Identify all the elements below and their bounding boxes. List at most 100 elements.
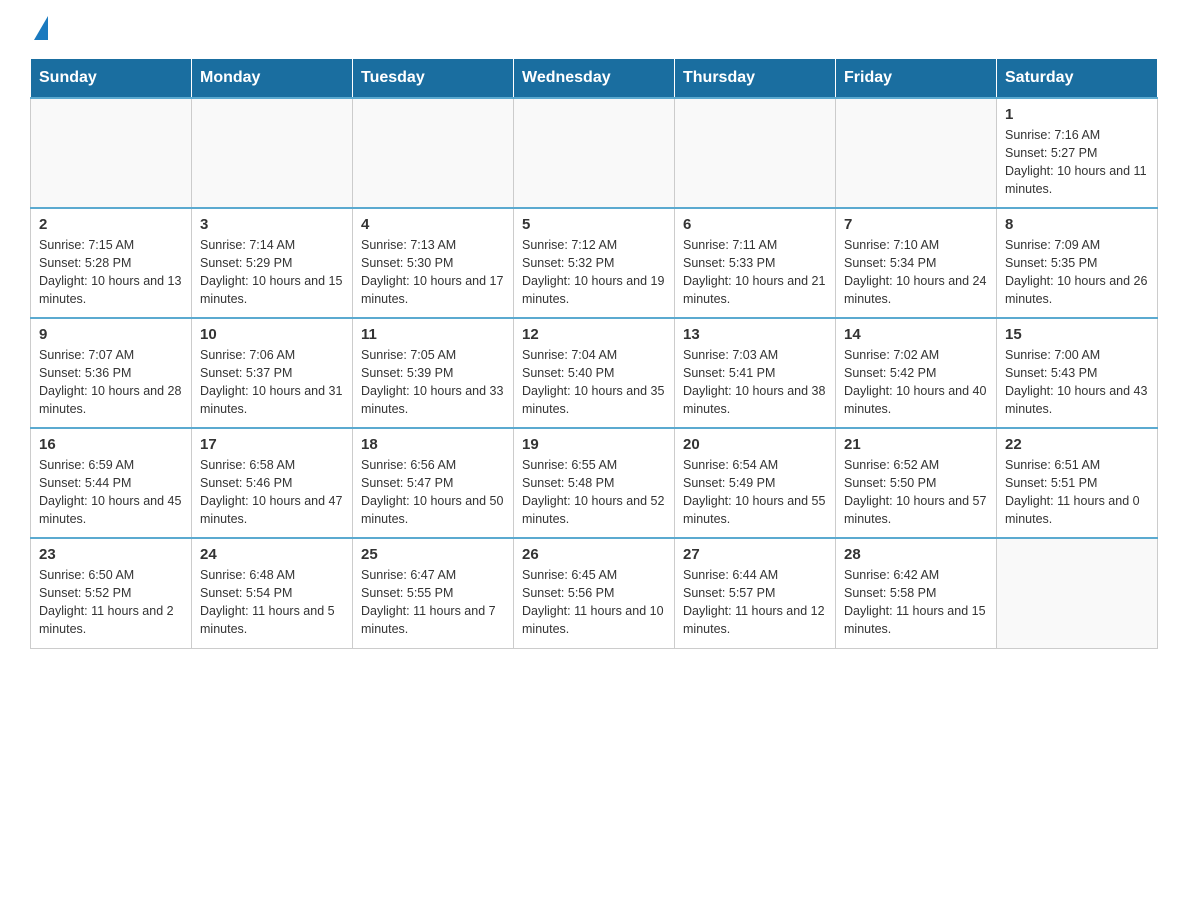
day-number: 11 <box>361 326 505 343</box>
calendar-day-cell: 15 Sunrise: 7:00 AM Sunset: 5:43 PM Dayli… <box>997 318 1158 428</box>
calendar-day-cell: 12 Sunrise: 7:04 AM Sunset: 5:40 PM Dayli… <box>514 318 675 428</box>
day-number: 14 <box>844 326 988 343</box>
calendar-header-row: SundayMondayTuesdayWednesdayThursdayFrid… <box>31 59 1158 99</box>
calendar-day-cell: 11Sunrise: 7:05 AM Sunset: 5:39 PM Dayli… <box>353 318 514 428</box>
day-number: 2 <box>39 216 183 233</box>
day-info: Sunrise: 6:54 AM Sunset: 5:49 PM Dayligh… <box>683 456 827 529</box>
calendar-day-cell <box>997 538 1158 648</box>
calendar-day-cell <box>353 98 514 208</box>
calendar-day-cell: 20 Sunrise: 6:54 AM Sunset: 5:49 PM Dayli… <box>675 428 836 538</box>
calendar-table: SundayMondayTuesdayWednesdayThursdayFrid… <box>30 58 1158 649</box>
calendar-day-cell: 7 Sunrise: 7:10 AM Sunset: 5:34 PM Daylig… <box>836 208 997 318</box>
day-info: Sunrise: 6:50 AM Sunset: 5:52 PM Dayligh… <box>39 566 183 639</box>
calendar-day-cell: 22 Sunrise: 6:51 AM Sunset: 5:51 PM Dayli… <box>997 428 1158 538</box>
calendar-day-cell: 17 Sunrise: 6:58 AM Sunset: 5:46 PM Dayli… <box>192 428 353 538</box>
day-info: Sunrise: 7:12 AM Sunset: 5:32 PM Dayligh… <box>522 236 666 309</box>
day-info: Sunrise: 6:44 AM Sunset: 5:57 PM Dayligh… <box>683 566 827 639</box>
calendar-day-cell: 21 Sunrise: 6:52 AM Sunset: 5:50 PM Dayli… <box>836 428 997 538</box>
calendar-day-cell: 26Sunrise: 6:45 AM Sunset: 5:56 PM Dayli… <box>514 538 675 648</box>
calendar-header-thursday: Thursday <box>675 59 836 99</box>
day-info: Sunrise: 7:15 AM Sunset: 5:28 PM Dayligh… <box>39 236 183 309</box>
calendar-week-row: 23 Sunrise: 6:50 AM Sunset: 5:52 PM Dayli… <box>31 538 1158 648</box>
day-number: 22 <box>1005 436 1149 453</box>
day-number: 27 <box>683 546 827 563</box>
page-header <box>30 20 1158 40</box>
calendar-day-cell: 28 Sunrise: 6:42 AM Sunset: 5:58 PM Dayli… <box>836 538 997 648</box>
logo <box>30 20 48 40</box>
day-number: 19 <box>522 436 666 453</box>
day-number: 4 <box>361 216 505 233</box>
calendar-day-cell: 6 Sunrise: 7:11 AM Sunset: 5:33 PM Daylig… <box>675 208 836 318</box>
calendar-day-cell: 8 Sunrise: 7:09 AM Sunset: 5:35 PM Daylig… <box>997 208 1158 318</box>
calendar-day-cell: 13 Sunrise: 7:03 AM Sunset: 5:41 PM Dayli… <box>675 318 836 428</box>
day-number: 6 <box>683 216 827 233</box>
day-number: 5 <box>522 216 666 233</box>
day-number: 23 <box>39 546 183 563</box>
calendar-week-row: 1 Sunrise: 7:16 AM Sunset: 5:27 PM Daylig… <box>31 98 1158 208</box>
calendar-day-cell: 16 Sunrise: 6:59 AM Sunset: 5:44 PM Dayli… <box>31 428 192 538</box>
day-number: 15 <box>1005 326 1149 343</box>
day-number: 16 <box>39 436 183 453</box>
day-number: 28 <box>844 546 988 563</box>
day-number: 13 <box>683 326 827 343</box>
calendar-day-cell: 2 Sunrise: 7:15 AM Sunset: 5:28 PM Daylig… <box>31 208 192 318</box>
calendar-day-cell: 5 Sunrise: 7:12 AM Sunset: 5:32 PM Daylig… <box>514 208 675 318</box>
calendar-day-cell: 4 Sunrise: 7:13 AM Sunset: 5:30 PM Daylig… <box>353 208 514 318</box>
day-info: Sunrise: 6:47 AM Sunset: 5:55 PM Dayligh… <box>361 566 505 639</box>
calendar-day-cell: 14 Sunrise: 7:02 AM Sunset: 5:42 PM Dayli… <box>836 318 997 428</box>
day-info: Sunrise: 7:04 AM Sunset: 5:40 PM Dayligh… <box>522 346 666 419</box>
calendar-day-cell: 24 Sunrise: 6:48 AM Sunset: 5:54 PM Dayli… <box>192 538 353 648</box>
calendar-day-cell: 19Sunrise: 6:55 AM Sunset: 5:48 PM Dayli… <box>514 428 675 538</box>
day-number: 25 <box>361 546 505 563</box>
day-number: 24 <box>200 546 344 563</box>
day-info: Sunrise: 6:58 AM Sunset: 5:46 PM Dayligh… <box>200 456 344 529</box>
day-info: Sunrise: 6:42 AM Sunset: 5:58 PM Dayligh… <box>844 566 988 639</box>
calendar-day-cell: 23 Sunrise: 6:50 AM Sunset: 5:52 PM Dayli… <box>31 538 192 648</box>
day-number: 21 <box>844 436 988 453</box>
calendar-day-cell <box>192 98 353 208</box>
day-info: Sunrise: 7:03 AM Sunset: 5:41 PM Dayligh… <box>683 346 827 419</box>
calendar-day-cell: 1 Sunrise: 7:16 AM Sunset: 5:27 PM Daylig… <box>997 98 1158 208</box>
calendar-day-cell <box>31 98 192 208</box>
day-info: Sunrise: 7:06 AM Sunset: 5:37 PM Dayligh… <box>200 346 344 419</box>
day-number: 8 <box>1005 216 1149 233</box>
day-info: Sunrise: 6:52 AM Sunset: 5:50 PM Dayligh… <box>844 456 988 529</box>
day-number: 3 <box>200 216 344 233</box>
day-number: 9 <box>39 326 183 343</box>
day-number: 12 <box>522 326 666 343</box>
day-info: Sunrise: 6:59 AM Sunset: 5:44 PM Dayligh… <box>39 456 183 529</box>
day-number: 10 <box>200 326 344 343</box>
day-info: Sunrise: 7:07 AM Sunset: 5:36 PM Dayligh… <box>39 346 183 419</box>
calendar-header-friday: Friday <box>836 59 997 99</box>
calendar-day-cell <box>675 98 836 208</box>
day-info: Sunrise: 7:13 AM Sunset: 5:30 PM Dayligh… <box>361 236 505 309</box>
day-info: Sunrise: 6:45 AM Sunset: 5:56 PM Dayligh… <box>522 566 666 639</box>
calendar-day-cell: 27 Sunrise: 6:44 AM Sunset: 5:57 PM Dayli… <box>675 538 836 648</box>
calendar-week-row: 16 Sunrise: 6:59 AM Sunset: 5:44 PM Dayli… <box>31 428 1158 538</box>
day-number: 18 <box>361 436 505 453</box>
calendar-day-cell <box>836 98 997 208</box>
calendar-day-cell: 25 Sunrise: 6:47 AM Sunset: 5:55 PM Dayli… <box>353 538 514 648</box>
calendar-day-cell: 18 Sunrise: 6:56 AM Sunset: 5:47 PM Dayli… <box>353 428 514 538</box>
day-number: 7 <box>844 216 988 233</box>
calendar-day-cell: 9 Sunrise: 7:07 AM Sunset: 5:36 PM Daylig… <box>31 318 192 428</box>
day-info: Sunrise: 7:09 AM Sunset: 5:35 PM Dayligh… <box>1005 236 1149 309</box>
calendar-day-cell <box>514 98 675 208</box>
day-info: Sunrise: 7:11 AM Sunset: 5:33 PM Dayligh… <box>683 236 827 309</box>
day-info: Sunrise: 6:48 AM Sunset: 5:54 PM Dayligh… <box>200 566 344 639</box>
day-number: 20 <box>683 436 827 453</box>
calendar-header-saturday: Saturday <box>997 59 1158 99</box>
calendar-day-cell: 10 Sunrise: 7:06 AM Sunset: 5:37 PM Dayli… <box>192 318 353 428</box>
day-info: Sunrise: 6:51 AM Sunset: 5:51 PM Dayligh… <box>1005 456 1149 529</box>
calendar-week-row: 2 Sunrise: 7:15 AM Sunset: 5:28 PM Daylig… <box>31 208 1158 318</box>
calendar-day-cell: 3 Sunrise: 7:14 AM Sunset: 5:29 PM Daylig… <box>192 208 353 318</box>
day-info: Sunrise: 7:02 AM Sunset: 5:42 PM Dayligh… <box>844 346 988 419</box>
day-info: Sunrise: 7:00 AM Sunset: 5:43 PM Dayligh… <box>1005 346 1149 419</box>
day-number: 1 <box>1005 106 1149 123</box>
day-info: Sunrise: 6:56 AM Sunset: 5:47 PM Dayligh… <box>361 456 505 529</box>
calendar-header-sunday: Sunday <box>31 59 192 99</box>
day-info: Sunrise: 7:14 AM Sunset: 5:29 PM Dayligh… <box>200 236 344 309</box>
day-info: Sunrise: 7:10 AM Sunset: 5:34 PM Dayligh… <box>844 236 988 309</box>
day-number: 17 <box>200 436 344 453</box>
day-info: Sunrise: 7:16 AM Sunset: 5:27 PM Dayligh… <box>1005 126 1149 199</box>
